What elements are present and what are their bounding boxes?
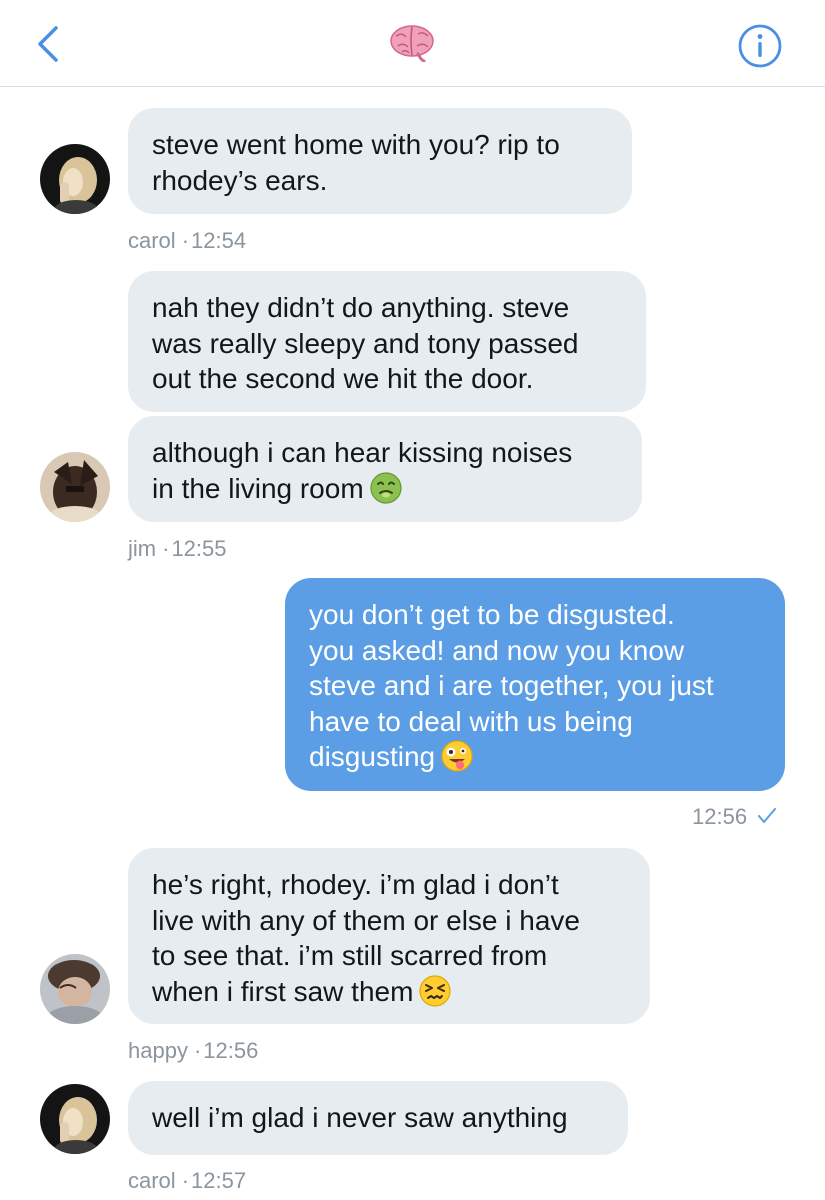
- timestamp: 12:57: [191, 1168, 247, 1193]
- avatar-jim[interactable]: [40, 452, 110, 522]
- avatar-carol[interactable]: [40, 1084, 110, 1154]
- brain-emoji-icon: [390, 25, 434, 62]
- sender-name: jim: [128, 536, 157, 561]
- timestamp: 12:56: [203, 1038, 259, 1063]
- message-text-line: rhodey’s ears.: [152, 164, 328, 196]
- timestamp: 12:56: [692, 804, 748, 829]
- message-text-line: disgusting: [309, 739, 785, 775]
- info-circle-icon[interactable]: [737, 23, 783, 69]
- message-meta: happy ·12:56: [128, 1038, 258, 1064]
- timestamp: 12:54: [191, 228, 247, 253]
- message-meta: carol ·12:57: [128, 1168, 246, 1194]
- message-bubble-received[interactable]: he’s right, rhodey. i’m glad i don’t liv…: [128, 848, 650, 1024]
- avatar-happy[interactable]: [40, 954, 110, 1024]
- nauseated-face-emoji: [370, 471, 402, 504]
- meta-separator: ·: [162, 536, 170, 561]
- meta-separator: ·: [181, 1168, 190, 1193]
- message-text-line: when i first saw them: [152, 974, 650, 1010]
- sender-name: carol: [128, 228, 176, 253]
- message-text-line: live with any of them or else i have: [152, 904, 580, 936]
- message-text-line: he’s right, rhodey. i’m glad i don’t: [152, 869, 559, 900]
- avatar-carol[interactable]: [40, 144, 110, 214]
- zany-face-emoji: [441, 740, 473, 772]
- message-text: when i first saw them: [152, 975, 414, 1007]
- message-bubble-received[interactable]: steve went home with you? rip to rhodey’…: [128, 108, 632, 214]
- message-text-line: was really sleepy and tony passed: [152, 327, 579, 359]
- message-meta-sent: 12:56: [692, 804, 777, 830]
- message-bubble-received[interactable]: although i can hear kissing noises in th…: [128, 416, 642, 522]
- sender-name: happy: [128, 1038, 188, 1063]
- meta-separator: ·: [193, 1038, 202, 1063]
- message-text: in the living room: [152, 472, 364, 504]
- message-text-line: to see that. i’m still scarred from: [152, 940, 548, 971]
- message-text-line: steve went home with you? rip to: [152, 129, 560, 160]
- confounded-face-emoji: [419, 974, 452, 1007]
- message-meta: carol ·12:54: [128, 228, 246, 254]
- message-text-line: you asked! and now you know: [309, 634, 685, 666]
- message-text-line: steve and i are together, you just: [309, 670, 714, 701]
- message-text-line: in the living room: [152, 471, 642, 507]
- message-text: disgusting: [309, 741, 436, 772]
- meta-separator: ·: [181, 228, 190, 253]
- message-text-line: nah they didn’t do anything. steve: [152, 292, 570, 323]
- message-bubble-sent[interactable]: you don’t get to be disgusted. you asked…: [285, 578, 785, 791]
- message-text-line: out the second we hit the door.: [152, 363, 534, 394]
- message-meta: jim ·12:55: [128, 536, 227, 562]
- conversation-header: [0, 0, 825, 87]
- message-text-line: have to deal with us being: [309, 705, 633, 737]
- message-bubble-received[interactable]: well i’m glad i never saw anything: [128, 1081, 628, 1155]
- chevron-left-icon[interactable]: [34, 24, 64, 64]
- sender-name: carol: [128, 1168, 176, 1193]
- timestamp: 12:55: [171, 536, 227, 561]
- message-bubble-received[interactable]: nah they didn’t do anything. steve was r…: [128, 271, 646, 412]
- message-text-line: you don’t get to be disgusted.: [309, 599, 675, 630]
- checkmark-icon: [758, 808, 777, 823]
- message-text-line: although i can hear kissing noises: [152, 437, 573, 468]
- message-text-line: well i’m glad i never saw anything: [152, 1102, 568, 1133]
